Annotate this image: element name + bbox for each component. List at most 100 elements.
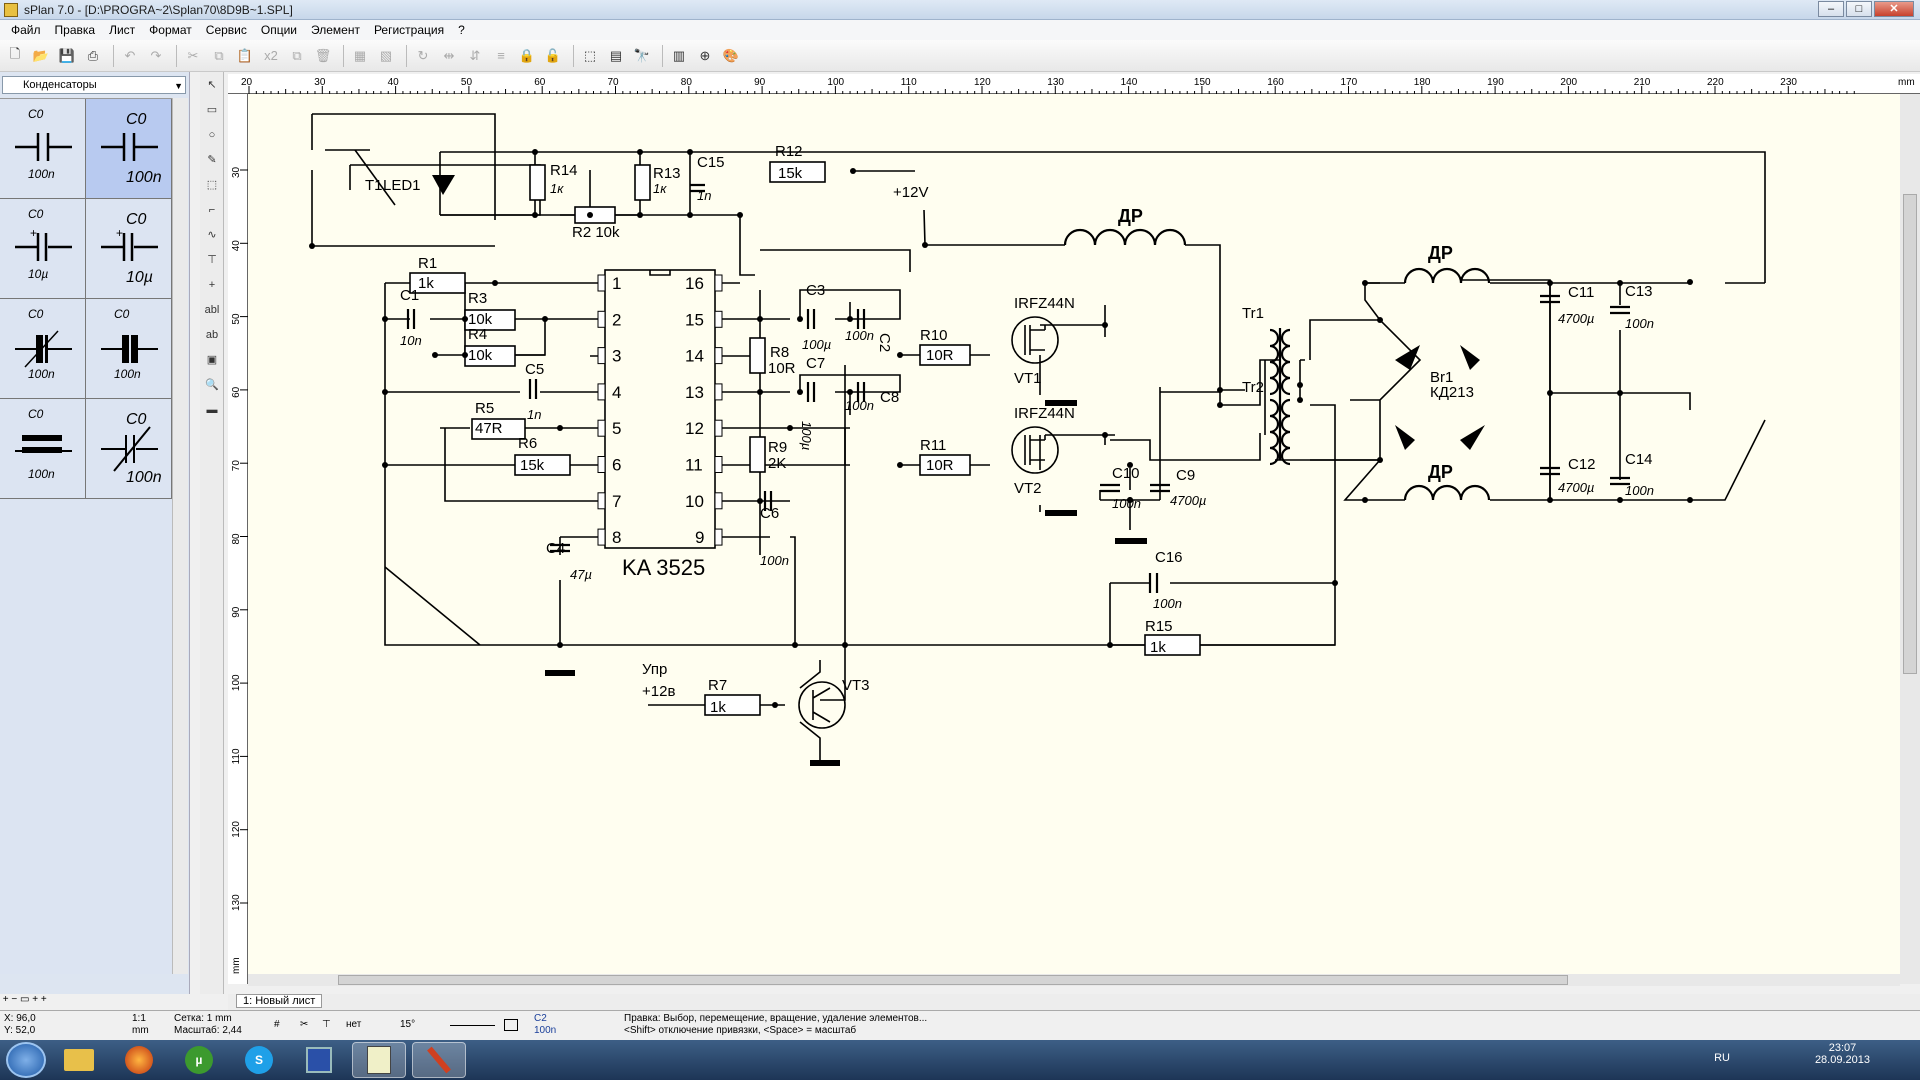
- tool-12[interactable]: 🔍: [202, 375, 222, 397]
- menu-item-0[interactable]: Файл: [4, 23, 48, 37]
- schematic-label[interactable]: ДР: [1428, 243, 1453, 263]
- schematic-label[interactable]: 1k: [1150, 639, 1166, 656]
- schematic-label[interactable]: 100n: [760, 553, 789, 568]
- find-icon[interactable]: 🔭: [631, 45, 653, 67]
- schematic-label[interactable]: VT2: [1014, 480, 1042, 497]
- tool-13[interactable]: ▬: [202, 400, 222, 422]
- schematic-label[interactable]: КД213: [1430, 384, 1474, 401]
- delete-icon[interactable]: 🗑: [312, 45, 334, 67]
- mirror-v-icon[interactable]: ⇵: [464, 45, 486, 67]
- tool-5[interactable]: ⌐: [202, 200, 222, 222]
- mirror-h-icon[interactable]: ⇹: [438, 45, 460, 67]
- schematic-label[interactable]: Упр: [642, 661, 667, 678]
- lock-icon[interactable]: 🔒: [516, 45, 538, 67]
- splan-pen-icon[interactable]: [412, 1042, 466, 1078]
- schematic-label[interactable]: 4700µ: [1558, 480, 1594, 495]
- schematic-label[interactable]: R2 10k: [572, 224, 620, 241]
- rotate-icon[interactable]: ↻: [412, 45, 434, 67]
- new-icon[interactable]: 🗋: [4, 45, 26, 67]
- library-cell-varcap[interactable]: C0 100n: [86, 299, 172, 399]
- angle-value[interactable]: 15°: [400, 1019, 415, 1031]
- print-icon[interactable]: ⎙: [82, 45, 104, 67]
- schematic-label[interactable]: R15: [1145, 618, 1173, 635]
- schematic-label[interactable]: ДР: [1428, 462, 1453, 482]
- schematic-label[interactable]: ДР: [1118, 206, 1143, 226]
- schematic-label[interactable]: 10R: [926, 457, 954, 474]
- tool-10[interactable]: ab: [202, 325, 222, 347]
- library-select[interactable]: Конденсаторы ▼: [2, 76, 186, 94]
- skype-icon[interactable]: S: [232, 1042, 286, 1078]
- schematic-label[interactable]: 100µ: [802, 337, 831, 352]
- schematic-label[interactable]: C16: [1155, 549, 1183, 566]
- menu-item-5[interactable]: Опции: [254, 23, 304, 37]
- explorer-icon[interactable]: [52, 1042, 106, 1078]
- schematic-label[interactable]: 15k: [520, 457, 545, 474]
- pin-icon[interactable]: ⊤: [322, 1019, 331, 1031]
- undo-icon[interactable]: ↶: [119, 45, 141, 67]
- schematic-label[interactable]: C15: [697, 154, 725, 171]
- schematic-label[interactable]: IRFZ44N: [1014, 295, 1075, 312]
- schematic-label[interactable]: C9: [1176, 467, 1195, 484]
- schematic-label[interactable]: R10: [920, 327, 948, 344]
- menu-item-4[interactable]: Сервис: [199, 23, 254, 37]
- splan-doc-icon[interactable]: [352, 1042, 406, 1078]
- schematic-label[interactable]: 4700µ: [1558, 311, 1594, 326]
- schematic-label[interactable]: R7: [708, 677, 727, 694]
- schematic-label[interactable]: 47µ: [570, 567, 592, 582]
- schematic-label[interactable]: R8: [770, 344, 789, 361]
- menu-item-6[interactable]: Элемент: [304, 23, 367, 37]
- schematic-label[interactable]: 1k: [710, 699, 726, 716]
- library-cell-varcap-big[interactable]: C0 100n: [86, 399, 172, 499]
- schematic-label[interactable]: C11: [1568, 284, 1594, 301]
- schematic-label[interactable]: C12: [1568, 456, 1596, 473]
- schematic-label[interactable]: 10R: [926, 347, 954, 364]
- schematic-label[interactable]: +12V: [893, 184, 928, 201]
- library-cell-cap-big[interactable]: C0 100n: [86, 99, 172, 199]
- ungroup-icon[interactable]: ▧: [375, 45, 397, 67]
- save-disk-icon[interactable]: [292, 1042, 346, 1078]
- paste-icon[interactable]: 📋: [234, 45, 256, 67]
- schematic-label[interactable]: LED1: [383, 177, 421, 194]
- times-two-label[interactable]: x2: [260, 45, 282, 67]
- minimize-button[interactable]: –: [1818, 1, 1844, 17]
- library-cell-elcap-big[interactable]: + C0 10µ: [86, 199, 172, 299]
- schematic-label[interactable]: 1к: [653, 181, 667, 196]
- schematic-label[interactable]: VT1: [1014, 370, 1042, 387]
- tool-0[interactable]: ↖: [202, 75, 222, 97]
- schematic-label[interactable]: R4: [468, 326, 487, 343]
- schematic-label[interactable]: C6: [760, 505, 779, 522]
- horizontal-scrollbar[interactable]: [248, 974, 1900, 986]
- schematic-label[interactable]: R13: [653, 165, 681, 182]
- grid-toggle-icon[interactable]: #: [274, 1019, 280, 1031]
- schematic-label[interactable]: C1: [400, 287, 419, 304]
- vertical-scroll-thumb[interactable]: [1903, 194, 1917, 674]
- tool-2[interactable]: ○: [202, 125, 222, 147]
- snap-mode[interactable]: нет: [346, 1019, 361, 1031]
- schematic-label[interactable]: C5: [525, 361, 544, 378]
- firefox-icon[interactable]: [112, 1042, 166, 1078]
- snap-icon[interactable]: ✂: [300, 1019, 308, 1031]
- tool-1[interactable]: ▭: [202, 100, 222, 122]
- zoom-level[interactable]: Масштаб: 2,44: [174, 1025, 242, 1037]
- align-icon[interactable]: ≡: [490, 45, 512, 67]
- menu-item-8[interactable]: ?: [451, 23, 472, 37]
- tool-8[interactable]: +: [202, 275, 222, 297]
- schematic-label[interactable]: T1: [365, 177, 383, 194]
- schematic-label[interactable]: 100n: [1112, 496, 1141, 511]
- tool-9[interactable]: abl: [202, 300, 222, 322]
- menu-item-3[interactable]: Формат: [142, 23, 199, 37]
- schematic-label[interactable]: Tr2: [1242, 379, 1264, 396]
- schematic-label[interactable]: R12: [775, 143, 803, 160]
- library-cell-trim[interactable]: C0 100n: [0, 299, 86, 399]
- line-style[interactable]: [450, 1025, 495, 1026]
- group-icon[interactable]: ▦: [349, 45, 371, 67]
- schematic-canvas[interactable]: LED1 T1 R14 1к R13 1к C15 1n R2 10k R12 15k +12V ДР Д…: [248, 94, 1900, 974]
- open-icon[interactable]: 📂: [30, 45, 52, 67]
- schematic-label[interactable]: 100n: [1625, 316, 1654, 331]
- library-cell-elcap[interactable]: + C0 10µ: [0, 199, 86, 299]
- library-cell-cap[interactable]: C0 100n: [0, 99, 86, 199]
- sheet-tab[interactable]: 1: Новый лист: [236, 994, 323, 1008]
- schematic-label[interactable]: R3: [468, 290, 487, 307]
- schematic-label[interactable]: 10k: [468, 347, 493, 364]
- zoom-icon[interactable]: ⊕: [694, 45, 716, 67]
